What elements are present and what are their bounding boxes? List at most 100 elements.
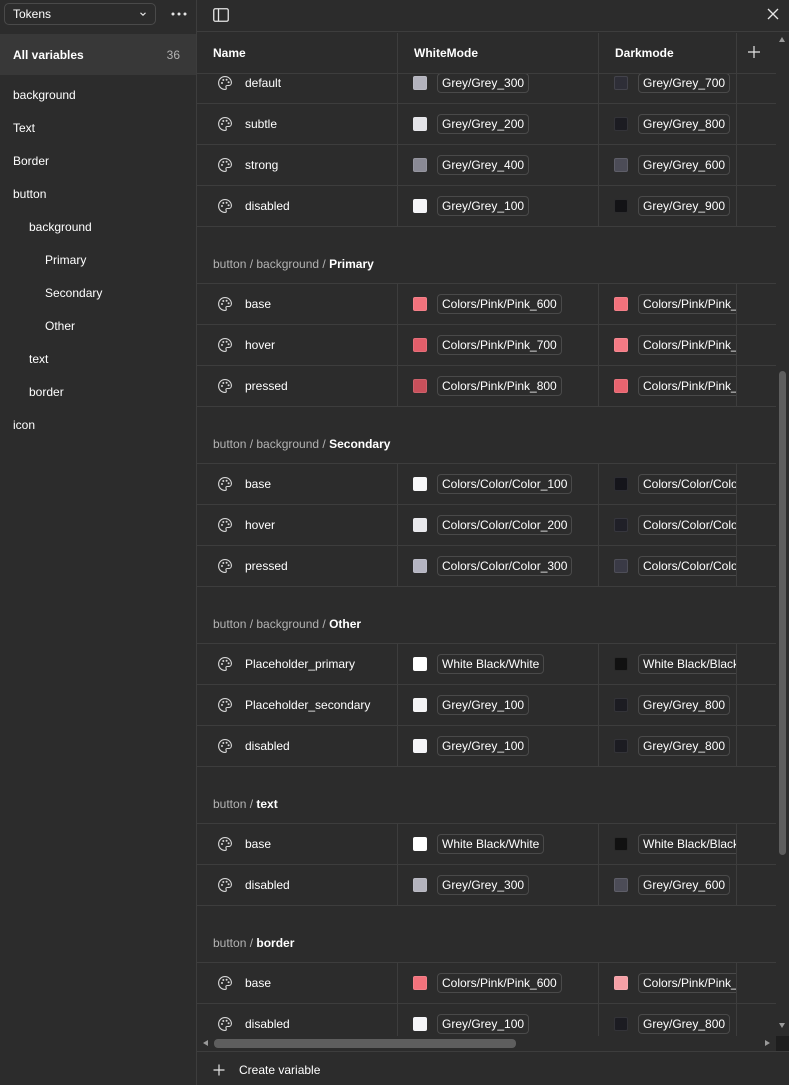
whitemode-value-cell[interactable]: Colors/Color/Color_200	[413, 505, 597, 545]
alias-chip[interactable]: Grey/Grey_700	[638, 73, 731, 93]
color-swatch[interactable]	[413, 878, 427, 892]
whitemode-value-cell[interactable]: Grey/Grey_300	[413, 865, 597, 905]
alias-chip[interactable]: Colors/Color/Color_100	[437, 474, 573, 494]
color-swatch[interactable]	[614, 477, 628, 491]
darkmode-value-cell[interactable]: Grey/Grey_600	[614, 145, 736, 185]
variable-name-cell[interactable]: disabled	[197, 865, 397, 905]
alias-chip[interactable]: White Black/Black	[638, 834, 736, 854]
darkmode-value-cell[interactable]: White Black/Black	[614, 644, 736, 684]
vertical-scroll-thumb[interactable]	[779, 371, 786, 855]
alias-chip[interactable]: Grey/Grey_300	[437, 73, 530, 93]
color-swatch[interactable]	[413, 518, 427, 532]
whitemode-value-cell[interactable]: Grey/Grey_100	[413, 726, 597, 766]
color-swatch[interactable]	[614, 698, 628, 712]
alias-chip[interactable]: Colors/Color/Colo	[638, 515, 736, 535]
alias-chip[interactable]: Grey/Grey_600	[638, 155, 731, 175]
alias-chip[interactable]: Colors/Pink/Pink_	[638, 973, 736, 993]
darkmode-value-cell[interactable]: Grey/Grey_800	[614, 685, 736, 725]
color-swatch[interactable]	[614, 338, 628, 352]
table-row[interactable]: base White Black/White White Black/Black	[197, 824, 776, 865]
darkmode-value-cell[interactable]: Colors/Color/Colo	[614, 464, 736, 504]
whitemode-value-cell[interactable]: Colors/Pink/Pink_800	[413, 366, 597, 406]
alias-chip[interactable]: Colors/Color/Color_200	[437, 515, 573, 535]
variable-name-cell[interactable]: hover	[197, 505, 397, 545]
darkmode-value-cell[interactable]: Grey/Grey_600	[614, 865, 736, 905]
sidebar-group-item[interactable]: background	[0, 78, 196, 111]
color-swatch[interactable]	[413, 379, 427, 393]
alias-chip[interactable]: White Black/Black	[638, 654, 736, 674]
color-swatch[interactable]	[413, 657, 427, 671]
table-row[interactable]: base Colors/Pink/Pink_600 Colors/Pink/Pink…	[197, 284, 776, 325]
alias-chip[interactable]: Grey/Grey_100	[437, 695, 530, 715]
darkmode-value-cell[interactable]: Colors/Pink/Pink_	[614, 366, 736, 406]
color-swatch[interactable]	[413, 1017, 427, 1031]
color-swatch[interactable]	[614, 1017, 628, 1031]
color-swatch[interactable]	[413, 477, 427, 491]
create-variable-button[interactable]: Create variable	[213, 1060, 320, 1080]
color-swatch[interactable]	[614, 878, 628, 892]
alias-chip[interactable]: Colors/Color/Colo	[638, 474, 736, 494]
alias-chip[interactable]: Colors/Pink/Pink_700	[437, 335, 562, 355]
color-swatch[interactable]	[413, 158, 427, 172]
variable-name-cell[interactable]: disabled	[197, 1004, 397, 1036]
variable-name-cell[interactable]: Placeholder_primary	[197, 644, 397, 684]
sidebar-group-item[interactable]: Border	[0, 144, 196, 177]
sidebar-group-item[interactable]: icon	[0, 408, 196, 441]
color-swatch[interactable]	[614, 657, 628, 671]
darkmode-value-cell[interactable]: White Black/Black	[614, 824, 736, 864]
horizontal-scrollbar[interactable]	[197, 1036, 776, 1051]
color-swatch[interactable]	[413, 739, 427, 753]
color-swatch[interactable]	[614, 379, 628, 393]
whitemode-value-cell[interactable]: White Black/White	[413, 824, 597, 864]
darkmode-value-cell[interactable]: Grey/Grey_800	[614, 726, 736, 766]
color-swatch[interactable]	[413, 199, 427, 213]
color-swatch[interactable]	[614, 158, 628, 172]
alias-chip[interactable]: Grey/Grey_200	[437, 114, 530, 134]
variable-name-cell[interactable]: hover	[197, 325, 397, 365]
whitemode-value-cell[interactable]: Grey/Grey_100	[413, 1004, 597, 1036]
alias-chip[interactable]: Grey/Grey_800	[638, 695, 731, 715]
table-row[interactable]: subtle Grey/Grey_200 Grey/Grey_800	[197, 104, 776, 145]
darkmode-value-cell[interactable]: Grey/Grey_900	[614, 186, 736, 226]
alias-chip[interactable]: Grey/Grey_300	[437, 875, 530, 895]
scroll-right-arrow[interactable]	[765, 1040, 770, 1046]
table-row[interactable]: hover Colors/Color/Color_200 Colors/Color/…	[197, 505, 776, 546]
sidebar-group-item[interactable]: background	[0, 210, 196, 243]
sidebar-group-item[interactable]: Secondary	[0, 276, 196, 309]
sidebar-group-item[interactable]: Text	[0, 111, 196, 144]
horizontal-scroll-thumb[interactable]	[214, 1039, 516, 1048]
alias-chip[interactable]: Colors/Pink/Pink_	[638, 335, 736, 355]
variable-name-cell[interactable]: disabled	[197, 186, 397, 226]
sidebar-group-item[interactable]: border	[0, 375, 196, 408]
variable-name-cell[interactable]: pressed	[197, 366, 397, 406]
variable-name-cell[interactable]: Placeholder_secondary	[197, 685, 397, 725]
whitemode-value-cell[interactable]: Colors/Pink/Pink_700	[413, 325, 597, 365]
whitemode-value-cell[interactable]: Colors/Color/Color_100	[413, 464, 597, 504]
whitemode-value-cell[interactable]: Colors/Color/Color_300	[413, 546, 597, 586]
color-swatch[interactable]	[614, 518, 628, 532]
color-swatch[interactable]	[614, 297, 628, 311]
scroll-left-arrow[interactable]	[203, 1040, 208, 1046]
darkmode-value-cell[interactable]: Grey/Grey_800	[614, 1004, 736, 1036]
variable-name-cell[interactable]: base	[197, 464, 397, 504]
color-swatch[interactable]	[614, 559, 628, 573]
alias-chip[interactable]: Grey/Grey_100	[437, 1014, 530, 1034]
table-row[interactable]: disabled Grey/Grey_100 Grey/Grey_900	[197, 186, 776, 227]
whitemode-value-cell[interactable]: White Black/White	[413, 644, 597, 684]
sidebar-group-item[interactable]: button	[0, 177, 196, 210]
alias-chip[interactable]: Grey/Grey_900	[638, 196, 731, 216]
alias-chip[interactable]: Colors/Pink/Pink_600	[437, 973, 562, 993]
color-swatch[interactable]	[614, 117, 628, 131]
whitemode-value-cell[interactable]: Grey/Grey_400	[413, 145, 597, 185]
scroll-down-arrow[interactable]	[779, 1023, 785, 1028]
all-variables-item[interactable]: All variables 36	[0, 34, 196, 75]
alias-chip[interactable]: Grey/Grey_100	[437, 196, 530, 216]
darkmode-value-cell[interactable]: Colors/Pink/Pink_	[614, 963, 736, 1003]
table-row[interactable]: base Colors/Color/Color_100 Colors/Color/C…	[197, 464, 776, 505]
darkmode-value-cell[interactable]: Colors/Pink/Pink_	[614, 325, 736, 365]
sidebar-group-item[interactable]: Other	[0, 309, 196, 342]
table-row[interactable]: pressed Colors/Color/Color_300 Colors/Colo…	[197, 546, 776, 587]
darkmode-value-cell[interactable]: Grey/Grey_800	[614, 104, 736, 144]
color-swatch[interactable]	[614, 837, 628, 851]
variable-name-cell[interactable]: strong	[197, 145, 397, 185]
